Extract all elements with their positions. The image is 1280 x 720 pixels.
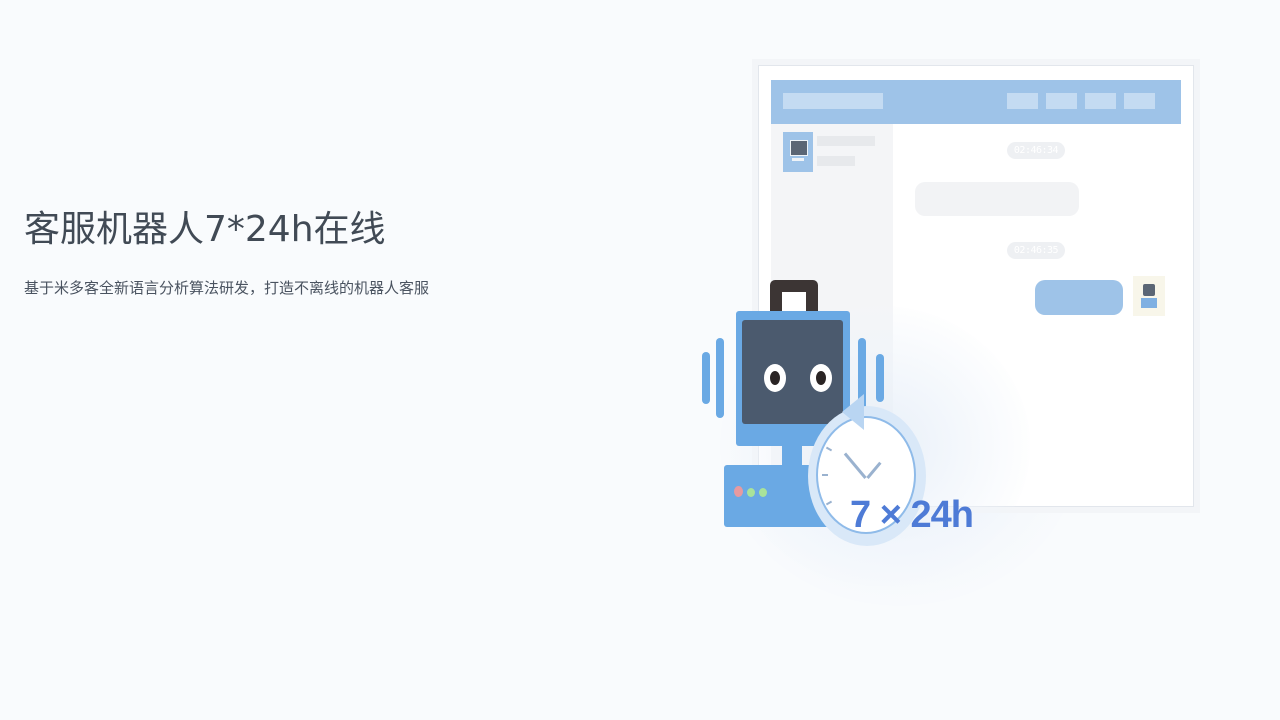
robot-right-eye: [810, 364, 832, 392]
page: 客服机器人7*24h在线 基于米多客全新语言分析算法研发，打造不离线的机器人客服: [0, 0, 1280, 720]
page-title: 客服机器人7*24h在线: [24, 209, 386, 251]
indicator-light-green: [759, 488, 767, 497]
clock-tick: [825, 500, 833, 506]
titlebar-search-placeholder: [783, 93, 883, 109]
robot-neck: [782, 446, 802, 466]
robot-icon: 7 × 24h: [700, 280, 974, 580]
titlebar-button: [1124, 93, 1155, 109]
titlebar-button: [1046, 93, 1077, 109]
clock-hand: [843, 452, 867, 479]
timestamp-pill: 02:46:34: [1007, 142, 1065, 159]
robot-avatar-icon: [1133, 276, 1165, 316]
feature-illustration: 02:46:34 02:46:35 7 × 24h: [690, 56, 1210, 606]
contact-name-placeholder: [817, 136, 875, 146]
titlebar-button: [1007, 93, 1038, 109]
clock-tick: [822, 474, 828, 476]
availability-badge: 7 × 24h: [850, 494, 974, 536]
clock-arrow: [842, 394, 864, 430]
titlebar-button: [1085, 93, 1116, 109]
robot-left-eye: [764, 364, 786, 392]
robot-right-ear-outer: [876, 354, 884, 402]
indicator-light-red: [734, 486, 743, 497]
robot-handle: [770, 280, 818, 314]
contact-detail-placeholder: [817, 156, 855, 166]
page-subtitle: 基于米多客全新语言分析算法研发，打造不离线的机器人客服: [24, 279, 430, 297]
timestamp-pill: 02:46:35: [1007, 242, 1065, 259]
robot-face: [742, 320, 843, 424]
robot-left-ear-inner: [716, 338, 724, 418]
message-bubble-incoming: [915, 182, 1079, 216]
clock-tick: [825, 446, 833, 452]
indicator-light-green: [747, 488, 755, 497]
robot-left-ear-outer: [702, 352, 710, 404]
monitor-icon: [783, 132, 813, 172]
message-bubble-outgoing: [1035, 280, 1123, 315]
clock-hand: [866, 461, 882, 479]
window-titlebar: [771, 80, 1181, 124]
